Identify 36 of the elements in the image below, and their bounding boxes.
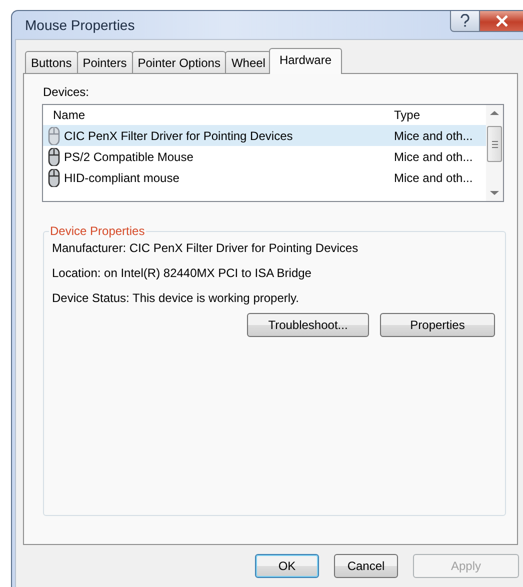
mouse-icon [47, 168, 61, 186]
device-type: Mice and oth... [394, 150, 474, 164]
column-header[interactable]: Name [53, 108, 394, 122]
device-type: Mice and oth... [394, 170, 474, 184]
mouse-icon [47, 148, 61, 166]
devices-label: Devices: [43, 85, 90, 99]
property-text: Location: on Intel(R) 82440MX PCI to ISA Bridge [52, 266, 312, 280]
tab[interactable]: Wheel [225, 51, 272, 73]
property-text: Manufacturer: CIC PenX Filter Driver for Pointing Devices [52, 241, 360, 255]
scroll-down-icon[interactable] [490, 190, 499, 196]
scrollbar[interactable] [486, 105, 503, 201]
dialog-button[interactable]: OK [255, 554, 319, 578]
device-row[interactable]: PS/2 Compatible Mouse Mice and oth... [43, 146, 486, 167]
tab[interactable]: Buttons [25, 51, 78, 73]
close-button[interactable] [480, 11, 523, 32]
tab[interactable]: Pointer Options [132, 51, 226, 73]
property-text: Device Status: This device is working properly. [52, 291, 300, 305]
device-name: PS/2 Compatible Mouse [64, 150, 194, 164]
group-title: Device Properties [49, 224, 146, 238]
push-button[interactable]: Troubleshoot... [247, 313, 369, 337]
scroll-up-icon[interactable] [490, 110, 499, 116]
device-row[interactable]: CIC PenX Filter Driver for Pointing Devices Mice and oth... [43, 125, 486, 146]
device-row[interactable]: HID-compliant mouse Mice and oth... [43, 167, 486, 188]
column-header[interactable]: Type [394, 108, 486, 122]
dialog-button[interactable]: Cancel [334, 554, 398, 578]
mouse-icon [47, 126, 61, 144]
tab[interactable]: Pointers [76, 51, 133, 73]
device-type: Mice and oth... [394, 128, 474, 142]
question-icon [459, 14, 471, 28]
help-button[interactable] [450, 11, 480, 32]
device-name: HID-compliant mouse [64, 170, 180, 184]
window-title: Mouse Properties [25, 17, 135, 33]
close-icon [494, 15, 508, 27]
device-name: CIC PenX Filter Driver for Pointing Devices [64, 128, 294, 142]
tab[interactable]: Hardware [269, 48, 342, 74]
push-button[interactable]: Properties [380, 313, 495, 337]
